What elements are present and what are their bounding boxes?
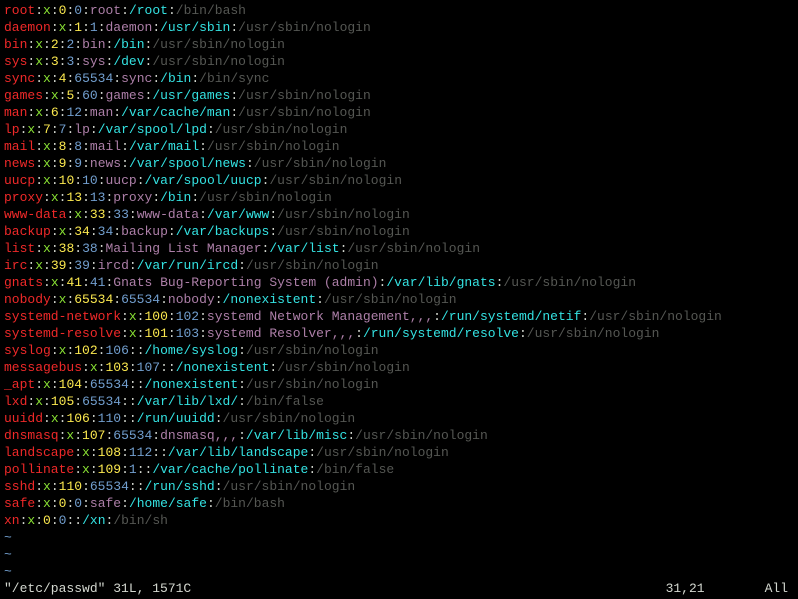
passwd-line: systemd-resolve:x:101:103:systemd Resolv…: [4, 325, 794, 342]
passwd-line: landscape:x:108:112::/var/lib/landscape:…: [4, 444, 794, 461]
passwd-line: uucp:x:10:10:uucp:/var/spool/uucp:/usr/s…: [4, 172, 794, 189]
passwd-line: mail:x:8:8:mail:/var/mail:/usr/sbin/nolo…: [4, 138, 794, 155]
passwd-line: nobody:x:65534:65534:nobody:/nonexistent…: [4, 291, 794, 308]
passwd-line: www-data:x:33:33:www-data:/var/www:/usr/…: [4, 206, 794, 223]
status-filename: "/etc/passwd" 31L, 1571C: [4, 580, 191, 597]
passwd-line: daemon:x:1:1:daemon:/usr/sbin:/usr/sbin/…: [4, 19, 794, 36]
passwd-line: messagebus:x:103:107::/nonexistent:/usr/…: [4, 359, 794, 376]
passwd-line: gnats:x:41:41:Gnats Bug-Reporting System…: [4, 274, 794, 291]
passwd-line: man:x:6:12:man:/var/cache/man:/usr/sbin/…: [4, 104, 794, 121]
vim-tilde: ~: [4, 546, 794, 563]
passwd-line: backup:x:34:34:backup:/var/backups:/usr/…: [4, 223, 794, 240]
passwd-line: safe:x:0:0:safe:/home/safe:/bin/bash: [4, 495, 794, 512]
passwd-line: proxy:x:13:13:proxy:/bin:/usr/sbin/nolog…: [4, 189, 794, 206]
passwd-line: lxd:x:105:65534::/var/lib/lxd/:/bin/fals…: [4, 393, 794, 410]
vim-tilde: ~: [4, 529, 794, 546]
passwd-line: sys:x:3:3:sys:/dev:/usr/sbin/nologin: [4, 53, 794, 70]
passwd-line: lp:x:7:7:lp:/var/spool/lpd:/usr/sbin/nol…: [4, 121, 794, 138]
passwd-line: games:x:5:60:games:/usr/games:/usr/sbin/…: [4, 87, 794, 104]
passwd-line: syslog:x:102:106::/home/syslog:/usr/sbin…: [4, 342, 794, 359]
passwd-line: news:x:9:9:news:/var/spool/news:/usr/sbi…: [4, 155, 794, 172]
terminal-content[interactable]: root:x:0:0:root:/root:/bin/bashdaemon:x:…: [0, 0, 798, 580]
passwd-line: dnsmasq:x:107:65534:dnsmasq,,,:/var/lib/…: [4, 427, 794, 444]
passwd-line: uuidd:x:106:110::/run/uuidd:/usr/sbin/no…: [4, 410, 794, 427]
passwd-line: pollinate:x:109:1::/var/cache/pollinate:…: [4, 461, 794, 478]
passwd-line: sshd:x:110:65534::/run/sshd:/usr/sbin/no…: [4, 478, 794, 495]
passwd-line: bin:x:2:2:bin:/bin:/usr/sbin/nologin: [4, 36, 794, 53]
passwd-line: root:x:0:0:root:/root:/bin/bash: [4, 2, 794, 19]
passwd-line: irc:x:39:39:ircd:/var/run/ircd:/usr/sbin…: [4, 257, 794, 274]
passwd-line: systemd-network:x:100:102:systemd Networ…: [4, 308, 794, 325]
passwd-line: sync:x:4:65534:sync:/bin:/bin/sync: [4, 70, 794, 87]
passwd-line: xn:x:0:0::/xn:/bin/sh: [4, 512, 794, 529]
vim-tilde: ~: [4, 563, 794, 580]
status-position: 31,21: [666, 580, 765, 597]
passwd-line: list:x:38:38:Mailing List Manager:/var/l…: [4, 240, 794, 257]
vim-status-bar: "/etc/passwd" 31L, 1571C 31,21 All: [0, 580, 798, 599]
passwd-line: _apt:x:104:65534::/nonexistent:/usr/sbin…: [4, 376, 794, 393]
status-scroll: All: [765, 580, 794, 597]
